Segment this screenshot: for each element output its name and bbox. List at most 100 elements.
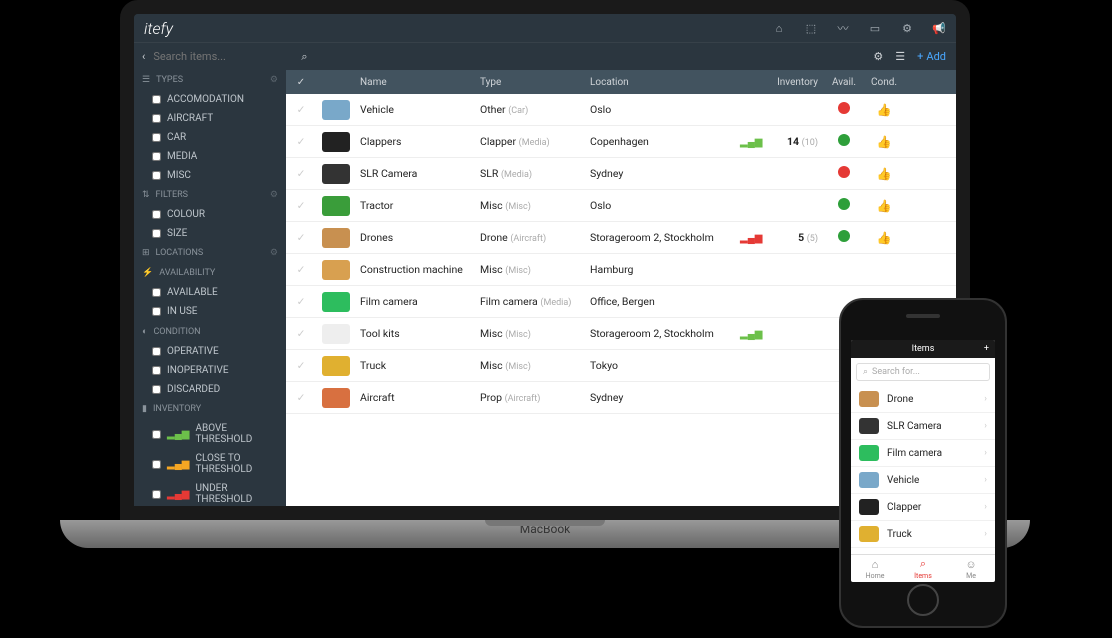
item-location: Storageroom 2, Stockholm xyxy=(584,327,734,340)
sidebar-item[interactable]: ▂▄▆CLOSE TO THRESHOLD xyxy=(134,449,286,479)
home-icon[interactable]: ⌂ xyxy=(772,21,786,35)
row-check[interactable]: ✓ xyxy=(286,103,316,116)
item-thumbnail xyxy=(322,100,350,120)
sidebar-item[interactable]: AIRCRAFT xyxy=(134,109,286,128)
select-all[interactable]: ✓ xyxy=(286,77,316,88)
checkbox[interactable] xyxy=(152,229,161,238)
checkbox[interactable] xyxy=(152,490,161,499)
sidebar-item[interactable]: MEDIA xyxy=(134,147,286,166)
phone-tab[interactable]: ⌂Home xyxy=(851,555,899,582)
table-row[interactable]: ✓Construction machineMisc (Misc)Hamburg xyxy=(286,254,956,286)
filters-header[interactable]: ⇅FILTERS⚙ xyxy=(134,185,286,205)
back-icon[interactable]: ‹ xyxy=(142,50,145,63)
checkbox[interactable] xyxy=(152,385,161,394)
checkbox[interactable] xyxy=(152,95,161,104)
col-inventory[interactable]: Inventory xyxy=(764,77,824,88)
checkbox[interactable] xyxy=(152,133,161,142)
phone-tab[interactable]: ⌕Items xyxy=(899,555,947,582)
checkbox[interactable] xyxy=(152,171,161,180)
col-name[interactable]: Name xyxy=(354,77,474,88)
phone-add-icon[interactable]: + xyxy=(984,344,989,354)
settings-icon[interactable]: ⚙ xyxy=(900,21,914,35)
add-button[interactable]: +Add xyxy=(917,50,946,63)
gear-icon[interactable]: ⚙ xyxy=(270,190,278,200)
sidebar-item-label: UNDER THRESHOLD xyxy=(195,483,278,505)
phone-list-item[interactable]: SLR Camera› xyxy=(851,413,995,440)
table-row[interactable]: ✓SLR CameraSLR (Media)Sydney👍 xyxy=(286,158,956,190)
signal-icon: ▂▄▆ xyxy=(740,137,762,148)
thumbs-up-icon: 👍 xyxy=(877,199,892,213)
phone-list-item[interactable]: Clapper› xyxy=(851,494,995,521)
item-thumbnail xyxy=(859,391,879,407)
sidebar-item[interactable]: SIZE xyxy=(134,224,286,243)
col-type[interactable]: Type xyxy=(474,77,584,88)
gear-icon[interactable]: ⚙ xyxy=(873,50,883,63)
inventory-header[interactable]: ▮INVENTORY xyxy=(134,399,286,419)
availability-header[interactable]: ⚡AVAILABILITY xyxy=(134,263,286,283)
phone-list-item[interactable]: Vehicle› xyxy=(851,467,995,494)
checkbox[interactable] xyxy=(152,288,161,297)
sidebar-item[interactable]: IN USE xyxy=(134,302,286,321)
types-header[interactable]: ☰TYPES⚙ xyxy=(134,70,286,90)
col-avail[interactable]: Avail. xyxy=(824,77,864,88)
item-thumbnail xyxy=(859,526,879,542)
activity-icon[interactable]: 〰 xyxy=(836,21,850,35)
item-inventory: 14 (10) xyxy=(764,135,824,148)
sidebar-item[interactable]: AVAILABLE xyxy=(134,283,286,302)
row-check[interactable]: ✓ xyxy=(286,295,316,308)
gear-icon[interactable]: ⚙ xyxy=(270,75,278,85)
sidebar-item[interactable]: DISCARDED xyxy=(134,380,286,399)
badge-icon[interactable]: ▭ xyxy=(868,21,882,35)
row-check[interactable]: ✓ xyxy=(286,135,316,148)
availability-dot xyxy=(838,230,850,242)
sidebar-item[interactable]: ACCOMODATION xyxy=(134,90,286,109)
row-check[interactable]: ✓ xyxy=(286,391,316,404)
sidebar-item[interactable]: ▂▄▆ABOVE THRESHOLD xyxy=(134,419,286,449)
checkbox[interactable] xyxy=(152,347,161,356)
checkbox[interactable] xyxy=(152,460,161,469)
package-icon[interactable]: ⬚ xyxy=(804,21,818,35)
phone-list-item[interactable]: Film camera› xyxy=(851,440,995,467)
locations-header[interactable]: ⊞LOCATIONS⚙ xyxy=(134,243,286,263)
search-input[interactable] xyxy=(153,50,293,63)
item-name: Truck xyxy=(354,359,474,372)
item-type: Drone (Aircraft) xyxy=(474,231,584,244)
list-icon[interactable]: ☰ xyxy=(895,50,905,63)
item-thumbnail xyxy=(322,196,350,216)
sidebar-item[interactable]: COLOUR xyxy=(134,205,286,224)
row-check[interactable]: ✓ xyxy=(286,327,316,340)
row-check[interactable]: ✓ xyxy=(286,167,316,180)
phone-frame: Items + ⌕ Search for... Drone›SLR Camera… xyxy=(839,298,1007,628)
checkbox[interactable] xyxy=(152,114,161,123)
sidebar-item[interactable]: OPERATIVE xyxy=(134,342,286,361)
table-row[interactable]: ✓ClappersClapper (Media)Copenhagen▂▄▆14 … xyxy=(286,126,956,158)
announce-icon[interactable]: 📢 xyxy=(932,21,946,35)
checkbox[interactable] xyxy=(152,430,161,439)
phone-search-input[interactable]: ⌕ Search for... xyxy=(856,363,990,381)
row-check[interactable]: ✓ xyxy=(286,359,316,372)
col-location[interactable]: Location xyxy=(584,77,734,88)
phone-tab[interactable]: ☺Me xyxy=(947,555,995,582)
row-check[interactable]: ✓ xyxy=(286,199,316,212)
checkbox[interactable] xyxy=(152,366,161,375)
table-row[interactable]: ✓VehicleOther (Car)Oslo👍 xyxy=(286,94,956,126)
gear-icon[interactable]: ⚙ xyxy=(270,248,278,258)
sidebar-item[interactable]: MISC xyxy=(134,166,286,185)
checkbox[interactable] xyxy=(152,210,161,219)
checkbox[interactable] xyxy=(152,152,161,161)
condition-header[interactable]: ◐CONDITION xyxy=(134,321,286,342)
row-check[interactable]: ✓ xyxy=(286,263,316,276)
phone-list-item[interactable]: Drone› xyxy=(851,386,995,413)
col-cond[interactable]: Cond. xyxy=(864,77,904,88)
item-type: SLR (Media) xyxy=(474,167,584,180)
phone-list-item[interactable]: Truck› xyxy=(851,521,995,548)
search-icon[interactable]: ⌕ xyxy=(301,50,307,64)
table-row[interactable]: ✓DronesDrone (Aircraft)Storageroom 2, St… xyxy=(286,222,956,254)
table-row[interactable]: ✓TractorMisc (Misc)Oslo👍 xyxy=(286,190,956,222)
row-check[interactable]: ✓ xyxy=(286,231,316,244)
sidebar-item[interactable]: INOPERATIVE xyxy=(134,361,286,380)
checkbox[interactable] xyxy=(152,307,161,316)
sidebar-item-label: ABOVE THRESHOLD xyxy=(195,423,278,445)
sidebar-item[interactable]: CAR xyxy=(134,128,286,147)
sidebar-item[interactable]: ▂▄▆UNDER THRESHOLD xyxy=(134,479,286,506)
